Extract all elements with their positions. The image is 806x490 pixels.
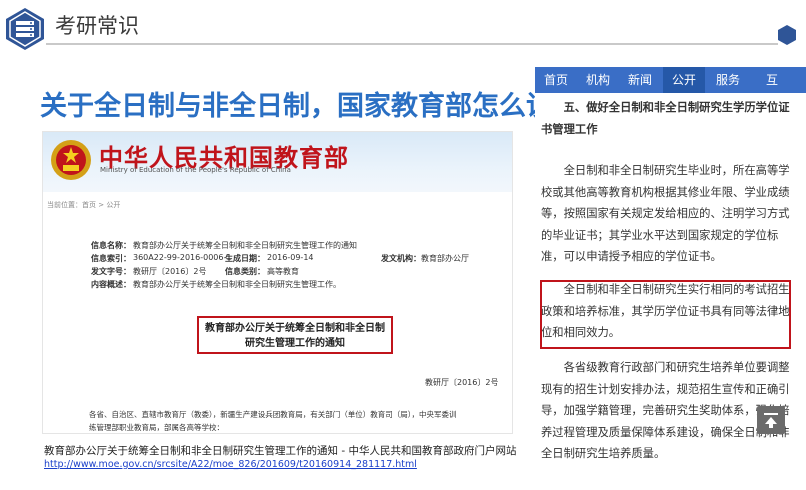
info-row-summary: 内容概述： 教育部办公厅关于统筹全日制和非全日制研究生管理工作。 bbox=[91, 279, 511, 292]
mobile-nav-bar: 首页 机构 新闻 公开 服务 互 bbox=[535, 67, 806, 93]
info-label: 发文字号： bbox=[91, 267, 131, 276]
ministry-english-name: Ministry of Education of the People's Re… bbox=[100, 166, 291, 174]
info-value: 360A22-99-2016-0006-1 bbox=[133, 253, 232, 262]
info-row-index: 信息索引： 360A22-99-2016-0006-1 生成日期： 2016-0… bbox=[91, 253, 511, 266]
info-label: 发文机构： bbox=[381, 254, 421, 263]
info-label: 内容概述： bbox=[91, 280, 131, 289]
slide-headline: 关于全日制与非全日制，国家教育部怎么说？ bbox=[40, 91, 580, 122]
info-value: 教育部办公厅关于统筹全日制和非全日制研究生管理工作。 bbox=[133, 280, 341, 289]
document-info-table: 信息名称： 教育部办公厅关于统筹全日制和非全日制研究生管理工作的通知 信息索引：… bbox=[91, 240, 511, 292]
ministry-page-screenshot: 中华人民共和国教育部 Ministry of Education of the … bbox=[42, 131, 513, 434]
ministry-banner: 中华人民共和国教育部 Ministry of Education of the … bbox=[43, 132, 512, 192]
national-emblem-icon bbox=[49, 138, 93, 182]
info-value: 教育部办公厅 bbox=[421, 254, 469, 263]
header-divider bbox=[46, 43, 778, 45]
hexagon-icon bbox=[776, 24, 798, 46]
info-label: 信息名称： bbox=[91, 241, 131, 250]
caption-text: 教育部办公厅关于统筹全日制和非全日制研究生管理工作的通知 - 中华人民共和国教育… bbox=[44, 445, 517, 457]
arrow-up-icon bbox=[764, 413, 778, 428]
document-body-line: 练管理部职业教育局，部属各高等学校： bbox=[89, 423, 224, 432]
info-row-docno: 发文字号： 教研厅〔2016〕2号 信息类别： 高等教育 bbox=[91, 266, 511, 279]
info-value: 高等教育 bbox=[267, 267, 299, 276]
key-sentence-highlight-box bbox=[540, 280, 791, 349]
document-title-line1: 教育部办公厅关于统筹全日制和非全日制 bbox=[205, 323, 385, 334]
document-body-line: 各省、自治区、直辖市教育厅（教委），新疆生产建设兵团教育局，有关部门（单位）教育… bbox=[89, 410, 457, 419]
nav-item-interaction[interactable]: 互 bbox=[751, 67, 793, 93]
nav-item-public[interactable]: 公开 bbox=[663, 67, 705, 93]
info-value: 教研厅〔2016〕2号 bbox=[133, 267, 207, 276]
header-server-icon bbox=[2, 6, 48, 52]
info-label: 信息类别： bbox=[225, 267, 265, 276]
document-number: 教研厅〔2016〕2号 bbox=[425, 378, 499, 387]
article-paragraph: 全日制和非全日制研究生毕业时，所在高等学校或其他高等教育机构根据其修业年限、学业… bbox=[541, 164, 790, 263]
breadcrumb: 当前位置：首页 > 公开 bbox=[47, 201, 121, 209]
nav-item-institutions[interactable]: 机构 bbox=[577, 67, 619, 93]
document-body: 各省、自治区、直辖市教育厅（教委），新疆生产建设兵团教育局，有关部门（单位）教育… bbox=[89, 408, 509, 433]
info-value: 2016-09-14 bbox=[267, 253, 314, 262]
source-caption: 教育部办公厅关于统筹全日制和非全日制研究生管理工作的通知 - 中华人民共和国教育… bbox=[44, 445, 524, 471]
nav-item-news[interactable]: 新闻 bbox=[619, 67, 661, 93]
back-to-top-button[interactable] bbox=[757, 406, 785, 434]
header-bar: 考研常识 bbox=[0, 0, 806, 52]
document-title-line2: 研究生管理工作的通知 bbox=[245, 338, 345, 349]
nav-item-home[interactable]: 首页 bbox=[535, 67, 577, 93]
info-row-name: 信息名称： 教育部办公厅关于统筹全日制和非全日制研究生管理工作的通知 bbox=[91, 240, 511, 253]
info-value: 教育部办公厅关于统筹全日制和非全日制研究生管理工作的通知 bbox=[133, 241, 357, 250]
section-heading: 五、做好全日制和非全日制研究生学历学位证书管理工作 bbox=[541, 101, 790, 136]
page-category-title: 考研常识 bbox=[55, 14, 139, 38]
info-label: 生成日期： bbox=[225, 254, 265, 263]
source-link[interactable]: http://www.moe.gov.cn/srcsite/A22/moe_82… bbox=[44, 459, 417, 470]
nav-item-services[interactable]: 服务 bbox=[707, 67, 749, 93]
info-label: 信息索引： bbox=[91, 254, 131, 263]
document-title-highlight: 教育部办公厅关于统筹全日制和非全日制 研究生管理工作的通知 bbox=[197, 316, 393, 354]
